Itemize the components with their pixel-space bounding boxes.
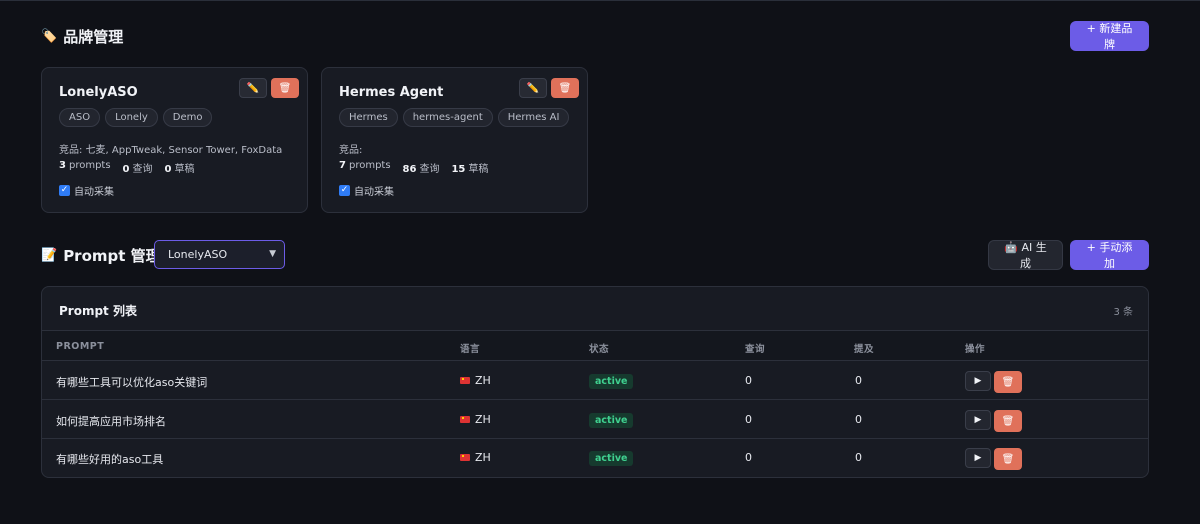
column-header-mentions: 提及 <box>854 344 875 355</box>
column-header-queries: 查询 <box>745 344 766 355</box>
column-header-language: 语言 <box>460 344 481 355</box>
prompts-stat: 7 prompts <box>339 160 391 171</box>
brand-competitors: 竞品: <box>339 145 363 156</box>
brand-select[interactable]: LonelyASO ▼ <box>154 240 285 269</box>
panel-title: Prompt 列表 <box>59 304 137 318</box>
prompt-text: 有哪些工具可以优化aso关键词 <box>56 376 208 389</box>
prompt-text: 如何提高应用市场排名 <box>56 415 166 428</box>
brand-tag: Hermes AI <box>497 108 570 127</box>
tag-icon: 🏷️ <box>41 29 58 44</box>
trash-icon: 🗑 <box>278 82 292 94</box>
run-prompt-button[interactable]: ▶ <box>965 448 991 468</box>
trash-icon: 🗑 <box>1001 376 1015 388</box>
status-badge: active <box>589 451 634 466</box>
brand-card-hermes-agent: Hermes Agent ✏️ 🗑 Hermes hermes-agent He… <box>321 67 588 213</box>
auto-collect-label: 自动采集 <box>354 187 394 198</box>
table-row: 如何提高应用市场排名 ZH active 0 0 ▶ 🗑 <box>42 401 1148 439</box>
brand-tags: ASO Lonely Demo <box>59 108 213 127</box>
brand-tags: Hermes hermes-agent Hermes AI <box>339 108 570 127</box>
delete-prompt-button[interactable]: 🗑 <box>994 448 1022 470</box>
language-cell: ZH <box>460 413 491 426</box>
drafts-stat: 15 草稿 <box>451 164 489 175</box>
delete-brand-button[interactable]: 🗑 <box>551 78 579 98</box>
column-header-status: 状态 <box>589 344 610 355</box>
edit-brand-button[interactable]: ✏️ <box>519 78 547 98</box>
prompt-section-title-text: Prompt 管理 <box>63 247 161 265</box>
play-icon: ▶ <box>974 453 982 463</box>
new-brand-button[interactable]: + 新建品牌 <box>1070 21 1149 51</box>
language-cell: ZH <box>460 374 491 387</box>
brand-card-lonelyaso: LonelyASO ✏️ 🗑 ASO Lonely Demo 竞品: 七麦, A… <box>41 67 308 213</box>
china-flag-icon <box>460 377 470 384</box>
mentions-count: 0 <box>855 374 862 387</box>
prompt-text: 有哪些好用的aso工具 <box>56 453 164 466</box>
run-prompt-button[interactable]: ▶ <box>965 410 991 430</box>
queries-count: 0 <box>745 413 752 426</box>
prompt-section-title: 📝 Prompt 管理 <box>41 245 161 266</box>
brand-tag: Demo <box>162 108 213 127</box>
top-divider <box>0 0 1200 1</box>
ai-generate-button[interactable]: 🤖 AI 生成 <box>988 240 1063 270</box>
pencil-icon: ✏️ <box>526 82 540 94</box>
mentions-count: 0 <box>855 413 862 426</box>
trash-icon: 🗑 <box>1001 415 1015 427</box>
brand-tag: Lonely <box>105 108 158 127</box>
pencil-icon: ✏️ <box>246 82 260 94</box>
play-icon: ▶ <box>974 415 982 425</box>
panel-count: 3 条 <box>1113 307 1133 318</box>
edit-brand-button[interactable]: ✏️ <box>239 78 267 98</box>
brand-tag: Hermes <box>339 108 398 127</box>
column-header-prompt: PROMPT <box>56 341 105 352</box>
queries-count: 0 <box>745 451 752 464</box>
delete-prompt-button[interactable]: 🗑 <box>994 371 1022 393</box>
mentions-count: 0 <box>855 451 862 464</box>
brand-section-title-text: 品牌管理 <box>63 28 124 46</box>
play-icon: ▶ <box>974 376 982 386</box>
auto-collect-checkbox[interactable]: ✓ <box>59 185 70 196</box>
queries-stat: 0 查询 <box>122 164 153 175</box>
prompts-stat: 3 prompts <box>59 160 111 171</box>
language-cell: ZH <box>460 451 491 464</box>
queries-count: 0 <box>745 374 752 387</box>
brand-stats: 7 prompts 86 查询 15 草稿 <box>339 160 488 175</box>
auto-collect-checkbox[interactable]: ✓ <box>339 185 350 196</box>
brand-select-value: LonelyASO <box>168 248 228 261</box>
drafts-stat: 0 草稿 <box>164 164 195 175</box>
run-prompt-button[interactable]: ▶ <box>965 371 991 391</box>
manual-add-button[interactable]: + 手动添加 <box>1070 240 1149 270</box>
trash-icon: 🗑 <box>1001 453 1015 465</box>
brand-tag: hermes-agent <box>402 108 493 127</box>
panel-header: Prompt 列表 3 条 <box>42 287 1148 331</box>
status-badge: active <box>589 374 634 389</box>
delete-prompt-button[interactable]: 🗑 <box>994 410 1022 432</box>
table-row: 有哪些好用的aso工具 ZH active 0 0 ▶ 🗑 <box>42 439 1148 477</box>
brand-stats: 3 prompts 0 查询 0 草稿 <box>59 160 194 175</box>
auto-collect-label: 自动采集 <box>74 187 114 198</box>
brand-section-title: 🏷️ 品牌管理 <box>41 26 123 47</box>
trash-icon: 🗑 <box>558 82 572 94</box>
china-flag-icon <box>460 416 470 423</box>
memo-icon: 📝 <box>41 248 58 263</box>
column-header-actions: 操作 <box>965 344 986 355</box>
brand-name: Hermes Agent <box>339 85 444 100</box>
chevron-down-icon: ▼ <box>269 249 276 259</box>
table-header: PROMPT 语言 状态 查询 提及 操作 <box>42 331 1148 361</box>
brand-tag: ASO <box>59 108 101 127</box>
table-row: 有哪些工具可以优化aso关键词 ZH active 0 0 ▶ 🗑 <box>42 362 1148 400</box>
delete-brand-button[interactable]: 🗑 <box>271 78 299 98</box>
brand-competitors: 竞品: 七麦, AppTweak, Sensor Tower, FoxData <box>59 145 283 156</box>
auto-collect-toggle[interactable]: ✓ 自动采集 <box>339 183 394 198</box>
china-flag-icon <box>460 454 470 461</box>
auto-collect-toggle[interactable]: ✓ 自动采集 <box>59 183 114 198</box>
status-badge: active <box>589 413 634 428</box>
brand-name: LonelyASO <box>59 85 138 100</box>
prompt-list-panel: Prompt 列表 3 条 PROMPT 语言 状态 查询 提及 操作 有哪些工… <box>41 286 1149 478</box>
queries-stat: 86 查询 <box>402 164 440 175</box>
